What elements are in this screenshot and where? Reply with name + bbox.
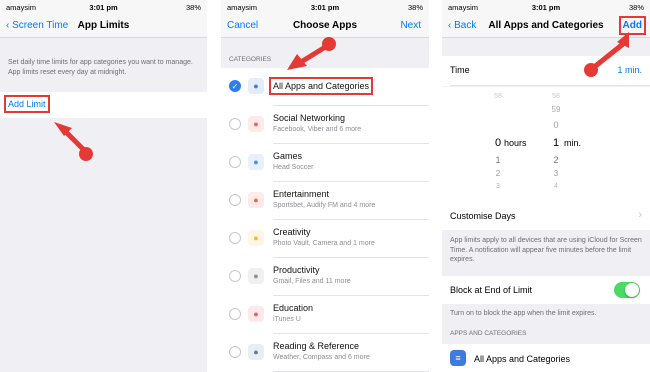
category-subtitle: iTunes U <box>273 316 301 323</box>
category-subtitle: Facebook, Viber and 6 more <box>273 126 362 133</box>
description: Set daily time limits for app categories… <box>8 59 193 76</box>
radio-icon[interactable] <box>229 270 241 282</box>
add-limit-button[interactable]: Add Limit <box>4 95 50 113</box>
min-option-3: 3 <box>553 169 559 178</box>
hours-label: hours <box>504 138 527 148</box>
page-title: Choose Apps <box>292 20 358 31</box>
min-selected: 1 <box>552 137 560 149</box>
clock: 3:01 pm <box>310 2 340 12</box>
category-title: Entertainment <box>273 189 330 199</box>
clock: 3:01 pm <box>531 2 561 12</box>
category-title: Productivity <box>273 265 320 275</box>
hours-option-1: 1 <box>495 155 501 165</box>
app-limits-screen: amaysim 3:01 pm 38% ‹ Screen Time App Li… <box>0 0 207 372</box>
radio-icon[interactable] <box>229 232 241 244</box>
time-picker[interactable]: 58 58 59 0 0 hours 1 min. 1 2 2 3 3 4 <box>442 87 650 202</box>
category-row[interactable]: ● Games Head Soccer <box>221 144 429 182</box>
category-subtitle: Head Soccer <box>273 164 314 171</box>
pen-icon: ● <box>248 268 264 284</box>
category-row[interactable]: ● Social Networking Facebook, Viber and 6 … <box>221 106 429 144</box>
stack-icon: ● <box>248 78 264 94</box>
choose-apps-screen: amaysim 3:01 pm 38% Cancel Choose Apps N… <box>221 0 429 372</box>
nav-bar: ‹ Screen Time App Limits <box>0 14 207 38</box>
min-option-58: 58 <box>552 93 560 100</box>
rocket-icon: ● <box>248 154 264 170</box>
block-note: Turn on to block the app when the limit … <box>450 310 597 317</box>
book-icon: ● <box>248 344 264 360</box>
customise-days-cell[interactable]: Customise Days › <box>442 202 650 230</box>
category-title: Education <box>273 303 314 313</box>
clock: 3:01 pm <box>89 2 118 12</box>
block-toggle[interactable] <box>614 282 640 298</box>
category-subtitle: Weather, Compass and 6 more <box>273 354 370 361</box>
min-option-2: 2 <box>553 155 559 165</box>
section-header: CATEGORIES <box>229 56 272 63</box>
popcorn-icon: ● <box>248 192 264 208</box>
category-subtitle: Photo Vault, Camera and 1 more <box>273 240 375 247</box>
min-option-0: 0 <box>553 120 559 130</box>
time-label: Time <box>450 65 470 75</box>
category-row[interactable]: ● Productivity Gmail, Files and 11 more <box>221 258 429 296</box>
apps-section-header: APPS AND CATEGORIES <box>450 330 527 337</box>
chevron-right-icon: › <box>638 209 642 221</box>
status-bar: amaysim 3:01 pm 38% <box>442 0 650 14</box>
hours-option-3: 3 <box>496 183 500 190</box>
block-cell: Block at End of Limit <box>442 276 650 304</box>
status-bar: amaysim 3:01 pm 38% <box>221 0 429 14</box>
category-row[interactable]: ● Entertainment Sportsbet, Audify FM and 4… <box>221 182 429 220</box>
chat-icon: ● <box>248 116 264 132</box>
status-bar: amaysim 3:01 pm 38% <box>0 0 207 14</box>
red-arrow-annotation <box>54 122 93 161</box>
red-arrow-annotation <box>584 32 629 77</box>
app-limit-detail-screen: amaysim 3:01 pm 38% ‹ Back All Apps and … <box>442 0 650 372</box>
min-option-59: 59 <box>551 105 561 114</box>
add-limit-cell[interactable]: Add Limit <box>0 92 207 118</box>
min-label: min. <box>564 138 582 148</box>
radio-icon[interactable] <box>229 308 241 320</box>
limit-note: App limits apply to all devices that are… <box>450 237 642 263</box>
stack-icon: ≡ <box>450 350 466 366</box>
divider <box>450 85 650 86</box>
category-title: Creativity <box>273 227 311 237</box>
min-option-4: 4 <box>554 183 558 190</box>
category-title: Reading & Reference <box>273 341 360 351</box>
next-button[interactable]: Next <box>400 20 421 31</box>
category-subtitle: Sportsbet, Audify FM and 4 more <box>273 202 376 209</box>
apps-row: ≡ All Apps and Categories <box>442 344 650 372</box>
globe-icon: ● <box>248 306 264 322</box>
hours-option-58: 58 <box>494 93 502 100</box>
customise-days-label: Customise Days <box>450 211 516 221</box>
category-title: Games <box>273 151 303 161</box>
radio-icon[interactable] <box>229 346 241 358</box>
radio-icon[interactable] <box>229 194 241 206</box>
hours-option-2: 2 <box>495 169 501 178</box>
category-row[interactable]: ● Reading & Reference Weather, Compass and… <box>221 334 429 372</box>
page-title: App Limits <box>77 20 130 31</box>
category-row[interactable]: ● Creativity Photo Vault, Camera and 1 mor… <box>221 220 429 258</box>
block-label: Block at End of Limit <box>450 285 533 295</box>
category-row[interactable]: ● Education iTunes U <box>221 296 429 334</box>
red-arrow-annotation <box>287 37 336 70</box>
checkmark-icon[interactable]: ✓ <box>229 80 241 92</box>
apps-row-label: All Apps and Categories <box>474 354 571 364</box>
radio-icon[interactable] <box>229 156 241 168</box>
category-subtitle: Gmail, Files and 11 more <box>273 278 351 285</box>
category-title: Social Networking <box>273 113 346 123</box>
radio-icon[interactable] <box>229 118 241 130</box>
category-title: All Apps and Categories <box>268 77 374 95</box>
brush-icon: ● <box>248 230 264 246</box>
